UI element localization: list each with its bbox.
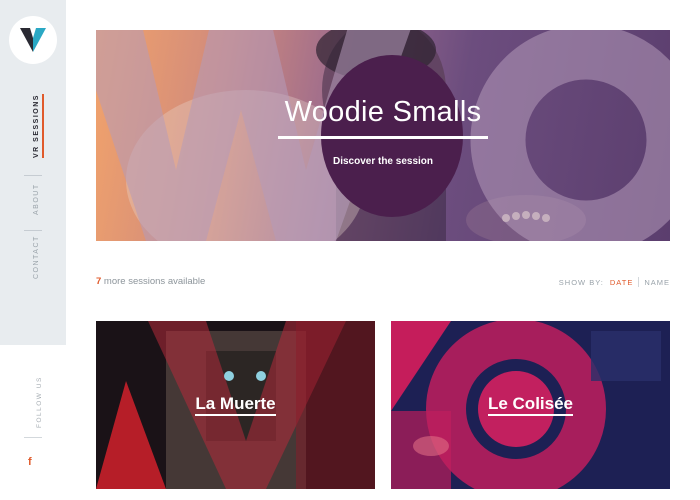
sort-by-date[interactable]: DATE: [610, 278, 633, 287]
follow-divider: [24, 437, 42, 438]
show-by-label: SHOW BY:: [558, 277, 604, 287]
nav-contact[interactable]: CONTACT: [33, 235, 40, 279]
nav-about[interactable]: ABOUT: [33, 183, 40, 215]
session-card-la-muerte[interactable]: La Muerte: [96, 321, 375, 489]
facebook-icon[interactable]: f: [28, 456, 32, 468]
nav-divider: [24, 230, 42, 231]
v-logo-icon: [20, 28, 46, 52]
card-title: La Muerte: [96, 394, 375, 416]
card-title-text: Le Colisée: [487, 394, 574, 416]
sessions-count-label: more sessions available: [101, 276, 206, 287]
nav-vr-sessions[interactable]: VR SESSIONS: [33, 94, 40, 158]
sort-divider: [638, 277, 640, 287]
sidebar: VR SESSIONS ABOUT CONTACT FOLLOW US f: [0, 0, 66, 500]
sort-controls: SHOW BY: DATE NAME: [559, 277, 670, 287]
home-logo[interactable]: [9, 16, 57, 64]
hero-title-underline: [278, 136, 488, 139]
card-title-text: La Muerte: [195, 394, 276, 416]
discover-session-link[interactable]: Discover the session: [300, 156, 466, 167]
follow-us-label: FOLLOW US: [36, 376, 43, 428]
nav-divider: [24, 175, 42, 176]
card-title: Le Colisée: [391, 394, 670, 416]
session-card-le-colisee[interactable]: Le Colisée: [391, 321, 670, 489]
hero-title: Woodie Smalls: [284, 96, 482, 128]
sessions-count-text: 7 more sessions available: [96, 276, 205, 287]
sort-by-name[interactable]: NAME: [644, 278, 670, 287]
